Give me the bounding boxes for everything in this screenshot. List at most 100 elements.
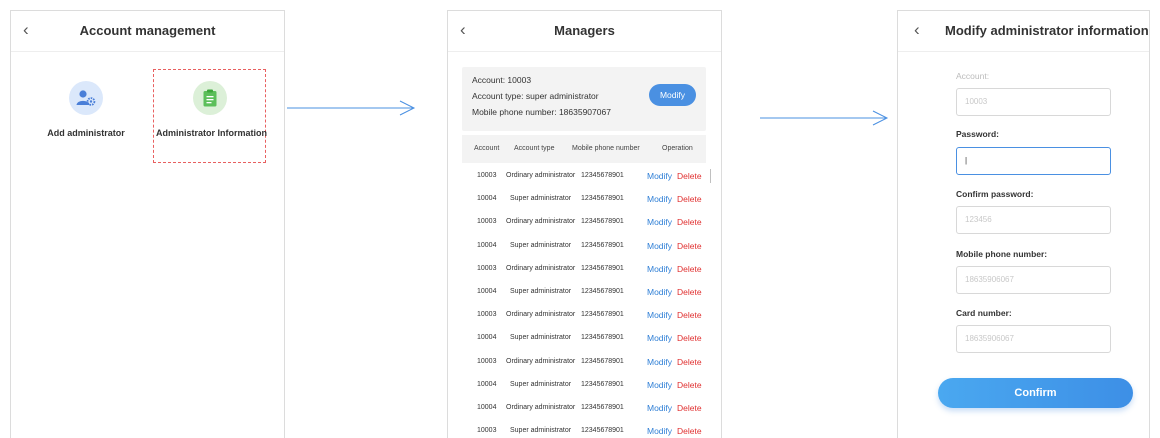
modify-link[interactable]: Modify — [647, 310, 672, 320]
modify-button[interactable]: Modify — [649, 84, 696, 106]
confirm-password-label: Confirm password: — [956, 189, 1034, 199]
table-row: 10004 Super administrator 12345678901 Modif… — [462, 327, 706, 350]
card-number-label: Card number: — [956, 308, 1012, 318]
account-cell: 10003 — [477, 218, 497, 226]
flow-arrow-icon — [760, 110, 889, 126]
modify-link[interactable]: Modify — [647, 217, 672, 227]
phone-cell: 12345678901 — [581, 218, 624, 226]
account-cell: 10004 — [477, 287, 497, 295]
table-row: 10003 Ordinary administrator 12345678901 Mo… — [462, 351, 706, 374]
modify-link[interactable]: Modify — [647, 403, 672, 413]
account-cell: 10004 — [477, 380, 497, 388]
phone-cell: 12345678901 — [581, 287, 624, 295]
column-header: Account — [474, 145, 500, 152]
account-type-cell: Super administrator — [510, 241, 572, 249]
password-field[interactable]: | — [956, 147, 1111, 175]
modify-link[interactable]: Modify — [647, 287, 672, 297]
account-cell: 10004 — [477, 241, 497, 249]
column-header: Operation — [662, 145, 693, 152]
table-row: 10004 Super administrator 12345678901 Modif… — [462, 374, 706, 397]
account-cell: 10004 — [477, 403, 497, 411]
account-type-cell: Super administrator — [510, 334, 572, 342]
modify-administrator-screen: ‹ Modify administrator information Accou… — [897, 10, 1150, 438]
header: ‹ Managers — [448, 11, 721, 52]
account-management-screen: ‹ Account management Add administrator A… — [10, 10, 285, 438]
administrator-information-tile[interactable]: Administrator Information — [156, 81, 268, 138]
phone-text: Mobile phone number: 18635907067 — [472, 107, 611, 117]
table-row: 10003 Super administrator 12345678901 Modif… — [462, 420, 706, 438]
page-title: Account management — [79, 23, 216, 38]
account-type-cell: Super administrator — [510, 195, 572, 203]
modify-link[interactable]: Modify — [647, 194, 672, 204]
delete-link[interactable]: Delete — [677, 357, 702, 367]
mobile-phone-label: Mobile phone number: — [956, 249, 1048, 259]
account-cell: 10003 — [477, 172, 497, 179]
account-cell: 10003 — [477, 427, 497, 435]
delete-link[interactable]: Delete — [677, 380, 702, 390]
delete-link[interactable]: Delete — [677, 310, 702, 320]
table-row: 10004 Super administrator 12345678901 Modif… — [462, 281, 706, 304]
add-administrator-tile[interactable]: Add administrator — [41, 81, 131, 138]
table-header: Account Account type Mobile phone number… — [462, 135, 706, 163]
account-text: Account: 10003 — [472, 75, 532, 85]
phone-cell: 12345678901 — [581, 334, 624, 342]
delete-link[interactable]: Delete — [677, 171, 702, 181]
delete-link[interactable]: Delete — [677, 217, 702, 227]
table-row: 10004 Ordinary administrator 12345678901 Mo… — [462, 397, 706, 420]
account-type-cell: Super administrator — [510, 427, 572, 435]
confirm-button[interactable]: Confirm — [938, 378, 1133, 408]
account-type-cell: Ordinary administrator — [506, 172, 576, 179]
account-type-cell: Ordinary administrator — [506, 264, 576, 272]
confirm-password-field[interactable]: 123456 — [956, 206, 1111, 234]
modify-link[interactable]: Modify — [647, 357, 672, 367]
modify-link[interactable]: Modify — [647, 241, 672, 251]
account-label: Account: — [956, 71, 990, 81]
modify-link[interactable]: Modify — [647, 171, 672, 181]
current-account-card: Account: 10003 Account type: super admin… — [462, 67, 706, 131]
account-type-cell: Ordinary administrator — [506, 403, 576, 411]
table-row: 10003 Ordinary administrator 12345678901 Mo… — [462, 258, 706, 281]
scrollbar[interactable] — [710, 169, 711, 183]
flow-arrow-icon — [287, 100, 416, 116]
account-cell: 10004 — [477, 195, 497, 203]
modify-link[interactable]: Modify — [647, 264, 672, 274]
phone-cell: 12345678901 — [581, 264, 624, 272]
phone-cell: 12345678901 — [581, 403, 624, 411]
managers-screen: ‹ Managers Account: 10003 Account type: … — [447, 10, 722, 438]
phone-cell: 12345678901 — [581, 427, 624, 435]
modify-link[interactable]: Modify — [647, 426, 672, 436]
delete-link[interactable]: Delete — [677, 264, 702, 274]
column-header: Mobile phone number — [572, 145, 640, 152]
account-cell: 10003 — [477, 311, 497, 319]
delete-link[interactable]: Delete — [677, 194, 702, 204]
account-cell: 10004 — [477, 334, 497, 342]
account-type-cell: Ordinary administrator — [506, 357, 576, 365]
column-header: Account type — [514, 145, 555, 152]
delete-link[interactable]: Delete — [677, 403, 702, 413]
mobile-phone-field[interactable]: 18635906067 — [956, 266, 1111, 294]
account-type-cell: Ordinary administrator — [506, 218, 576, 226]
password-label: Password: — [956, 129, 999, 139]
page-title: Modify administrator information — [945, 23, 1149, 38]
delete-link[interactable]: Delete — [677, 426, 702, 436]
modify-link[interactable]: Modify — [647, 333, 672, 343]
delete-link[interactable]: Delete — [677, 287, 702, 297]
account-field: 10003 — [956, 88, 1111, 116]
phone-cell: 12345678901 — [581, 380, 624, 388]
managers-table-body: 10003 Ordinary administrator 12345678901 Mo… — [462, 165, 706, 438]
table-row: 10004 Super administrator 12345678901 Modif… — [462, 188, 706, 211]
modify-link[interactable]: Modify — [647, 380, 672, 390]
delete-link[interactable]: Delete — [677, 241, 702, 251]
card-number-field[interactable]: 18635906067 — [956, 325, 1111, 353]
back-chevron-icon[interactable]: ‹ — [914, 21, 920, 39]
account-type-cell: Ordinary administrator — [506, 311, 576, 319]
phone-cell: 12345678901 — [581, 311, 624, 319]
account-cell: 10003 — [477, 357, 497, 365]
delete-link[interactable]: Delete — [677, 333, 702, 343]
tile-label: Administrator Information — [156, 128, 268, 138]
phone-cell: 12345678901 — [581, 241, 624, 249]
phone-cell: 12345678901 — [581, 357, 624, 365]
table-row: 10003 Ordinary administrator 12345678901 Mo… — [462, 304, 706, 327]
phone-cell: 12345678901 — [581, 195, 624, 203]
tile-label: Add administrator — [47, 128, 125, 138]
